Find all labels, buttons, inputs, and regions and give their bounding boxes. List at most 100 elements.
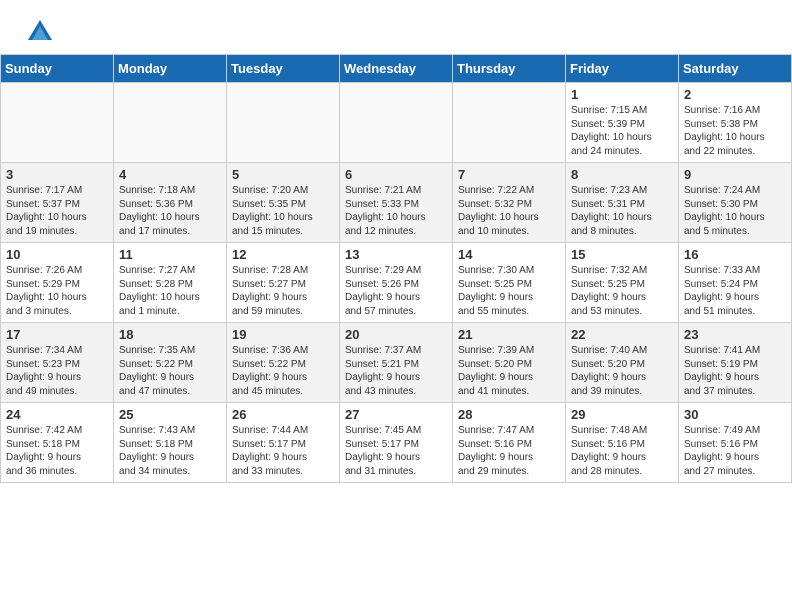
cell-info: Sunrise: 7:15 AM Sunset: 5:39 PM Dayligh…: [571, 104, 673, 158]
cell-info: Sunrise: 7:28 AM Sunset: 5:27 PM Dayligh…: [232, 264, 334, 318]
calendar-cell: [114, 83, 227, 163]
cell-info: Sunrise: 7:49 AM Sunset: 5:16 PM Dayligh…: [684, 424, 786, 478]
calendar-cell: 29 Sunrise: 7:48 AM Sunset: 5:16 PM Dayli…: [566, 403, 679, 483]
calendar-cell: 7 Sunrise: 7:22 AM Sunset: 5:32 PM Daylig…: [453, 163, 566, 243]
cell-info: Sunrise: 7:23 AM Sunset: 5:31 PM Dayligh…: [571, 184, 673, 238]
day-number: 20: [345, 327, 447, 342]
calendar-week-row: 17 Sunrise: 7:34 AM Sunset: 5:23 PM Dayli…: [1, 323, 792, 403]
cell-info: Sunrise: 7:27 AM Sunset: 5:28 PM Dayligh…: [119, 264, 221, 318]
calendar-cell: 10 Sunrise: 7:26 AM Sunset: 5:29 PM Dayli…: [1, 243, 114, 323]
calendar-cell: 25Sunrise: 7:43 AM Sunset: 5:18 PM Dayli…: [114, 403, 227, 483]
cell-info: Sunrise: 7:17 AM Sunset: 5:37 PM Dayligh…: [6, 184, 108, 238]
logo: [24, 18, 54, 46]
calendar-cell: 17 Sunrise: 7:34 AM Sunset: 5:23 PM Dayli…: [1, 323, 114, 403]
day-number: 23: [684, 327, 786, 342]
cell-info: Sunrise: 7:40 AM Sunset: 5:20 PM Dayligh…: [571, 344, 673, 398]
calendar-cell: 16 Sunrise: 7:33 AM Sunset: 5:24 PM Dayli…: [679, 243, 792, 323]
day-number: 15: [571, 247, 673, 262]
calendar-cell: 24 Sunrise: 7:42 AM Sunset: 5:18 PM Dayli…: [1, 403, 114, 483]
calendar-cell: 18 Sunrise: 7:35 AM Sunset: 5:22 PM Dayli…: [114, 323, 227, 403]
cell-info: Sunrise: 7:41 AM Sunset: 5:19 PM Dayligh…: [684, 344, 786, 398]
day-header-monday: Monday: [114, 55, 227, 83]
calendar-cell: 23 Sunrise: 7:41 AM Sunset: 5:19 PM Dayli…: [679, 323, 792, 403]
calendar-cell: 30 Sunrise: 7:49 AM Sunset: 5:16 PM Dayli…: [679, 403, 792, 483]
day-number: 16: [684, 247, 786, 262]
cell-info: Sunrise: 7:32 AM Sunset: 5:25 PM Dayligh…: [571, 264, 673, 318]
calendar-cell: 11 Sunrise: 7:27 AM Sunset: 5:28 PM Dayli…: [114, 243, 227, 323]
calendar-header-row: SundayMondayTuesdayWednesdayThursdayFrid…: [1, 55, 792, 83]
day-number: 12: [232, 247, 334, 262]
day-header-sunday: Sunday: [1, 55, 114, 83]
cell-info: Sunrise: 7:21 AM Sunset: 5:33 PM Dayligh…: [345, 184, 447, 238]
cell-info: Sunrise: 7:37 AM Sunset: 5:21 PM Dayligh…: [345, 344, 447, 398]
calendar-cell: 26 Sunrise: 7:44 AM Sunset: 5:17 PM Dayli…: [227, 403, 340, 483]
cell-info: Sunrise: 7:22 AM Sunset: 5:32 PM Dayligh…: [458, 184, 560, 238]
calendar-cell: 21Sunrise: 7:39 AM Sunset: 5:20 PM Dayli…: [453, 323, 566, 403]
day-number: 5: [232, 167, 334, 182]
calendar-cell: [1, 83, 114, 163]
day-number: 4: [119, 167, 221, 182]
cell-info: Sunrise: 7:33 AM Sunset: 5:24 PM Dayligh…: [684, 264, 786, 318]
cell-info: Sunrise: 7:43 AM Sunset: 5:18 PM Dayligh…: [119, 424, 221, 478]
day-number: 29: [571, 407, 673, 422]
calendar-cell: 3 Sunrise: 7:17 AM Sunset: 5:37 PM Daylig…: [1, 163, 114, 243]
calendar-cell: [453, 83, 566, 163]
day-number: 24: [6, 407, 108, 422]
calendar-week-row: 3 Sunrise: 7:17 AM Sunset: 5:37 PM Daylig…: [1, 163, 792, 243]
cell-info: Sunrise: 7:42 AM Sunset: 5:18 PM Dayligh…: [6, 424, 108, 478]
cell-info: Sunrise: 7:26 AM Sunset: 5:29 PM Dayligh…: [6, 264, 108, 318]
day-number: 7: [458, 167, 560, 182]
calendar-week-row: 1 Sunrise: 7:15 AM Sunset: 5:39 PM Daylig…: [1, 83, 792, 163]
calendar-week-row: 24 Sunrise: 7:42 AM Sunset: 5:18 PM Dayli…: [1, 403, 792, 483]
day-number: 6: [345, 167, 447, 182]
calendar-cell: 20 Sunrise: 7:37 AM Sunset: 5:21 PM Dayli…: [340, 323, 453, 403]
day-number: 22: [571, 327, 673, 342]
calendar-cell: 1 Sunrise: 7:15 AM Sunset: 5:39 PM Daylig…: [566, 83, 679, 163]
cell-info: Sunrise: 7:24 AM Sunset: 5:30 PM Dayligh…: [684, 184, 786, 238]
day-number: 14: [458, 247, 560, 262]
calendar-cell: [340, 83, 453, 163]
cell-info: Sunrise: 7:30 AM Sunset: 5:25 PM Dayligh…: [458, 264, 560, 318]
calendar-cell: 2 Sunrise: 7:16 AM Sunset: 5:38 PM Daylig…: [679, 83, 792, 163]
cell-info: Sunrise: 7:36 AM Sunset: 5:22 PM Dayligh…: [232, 344, 334, 398]
calendar-cell: 13 Sunrise: 7:29 AM Sunset: 5:26 PM Dayli…: [340, 243, 453, 323]
day-number: 30: [684, 407, 786, 422]
day-number: 2: [684, 87, 786, 102]
cell-info: Sunrise: 7:18 AM Sunset: 5:36 PM Dayligh…: [119, 184, 221, 238]
day-number: 27: [345, 407, 447, 422]
cell-info: Sunrise: 7:48 AM Sunset: 5:16 PM Dayligh…: [571, 424, 673, 478]
day-header-friday: Friday: [566, 55, 679, 83]
day-header-thursday: Thursday: [453, 55, 566, 83]
page-header: [0, 0, 792, 54]
day-number: 17: [6, 327, 108, 342]
day-number: 3: [6, 167, 108, 182]
calendar-cell: 27 Sunrise: 7:45 AM Sunset: 5:17 PM Dayli…: [340, 403, 453, 483]
day-number: 1: [571, 87, 673, 102]
day-number: 18: [119, 327, 221, 342]
calendar-cell: [227, 83, 340, 163]
calendar-cell: 22 Sunrise: 7:40 AM Sunset: 5:20 PM Dayli…: [566, 323, 679, 403]
calendar-cell: 19Sunrise: 7:36 AM Sunset: 5:22 PM Dayli…: [227, 323, 340, 403]
calendar-cell: 6 Sunrise: 7:21 AM Sunset: 5:33 PM Daylig…: [340, 163, 453, 243]
cell-info: Sunrise: 7:20 AM Sunset: 5:35 PM Dayligh…: [232, 184, 334, 238]
calendar-cell: 28 Sunrise: 7:47 AM Sunset: 5:16 PM Dayli…: [453, 403, 566, 483]
day-number: 11: [119, 247, 221, 262]
cell-info: Sunrise: 7:16 AM Sunset: 5:38 PM Dayligh…: [684, 104, 786, 158]
calendar-table: SundayMondayTuesdayWednesdayThursdayFrid…: [0, 54, 792, 483]
day-number: 21: [458, 327, 560, 342]
day-header-saturday: Saturday: [679, 55, 792, 83]
cell-info: Sunrise: 7:44 AM Sunset: 5:17 PM Dayligh…: [232, 424, 334, 478]
day-number: 28: [458, 407, 560, 422]
cell-info: Sunrise: 7:35 AM Sunset: 5:22 PM Dayligh…: [119, 344, 221, 398]
cell-info: Sunrise: 7:34 AM Sunset: 5:23 PM Dayligh…: [6, 344, 108, 398]
cell-info: Sunrise: 7:29 AM Sunset: 5:26 PM Dayligh…: [345, 264, 447, 318]
day-number: 10: [6, 247, 108, 262]
cell-info: Sunrise: 7:45 AM Sunset: 5:17 PM Dayligh…: [345, 424, 447, 478]
day-number: 26: [232, 407, 334, 422]
calendar-cell: 5 Sunrise: 7:20 AM Sunset: 5:35 PM Daylig…: [227, 163, 340, 243]
day-header-tuesday: Tuesday: [227, 55, 340, 83]
logo-icon: [26, 18, 54, 46]
day-number: 13: [345, 247, 447, 262]
cell-info: Sunrise: 7:47 AM Sunset: 5:16 PM Dayligh…: [458, 424, 560, 478]
calendar-cell: 4 Sunrise: 7:18 AM Sunset: 5:36 PM Daylig…: [114, 163, 227, 243]
